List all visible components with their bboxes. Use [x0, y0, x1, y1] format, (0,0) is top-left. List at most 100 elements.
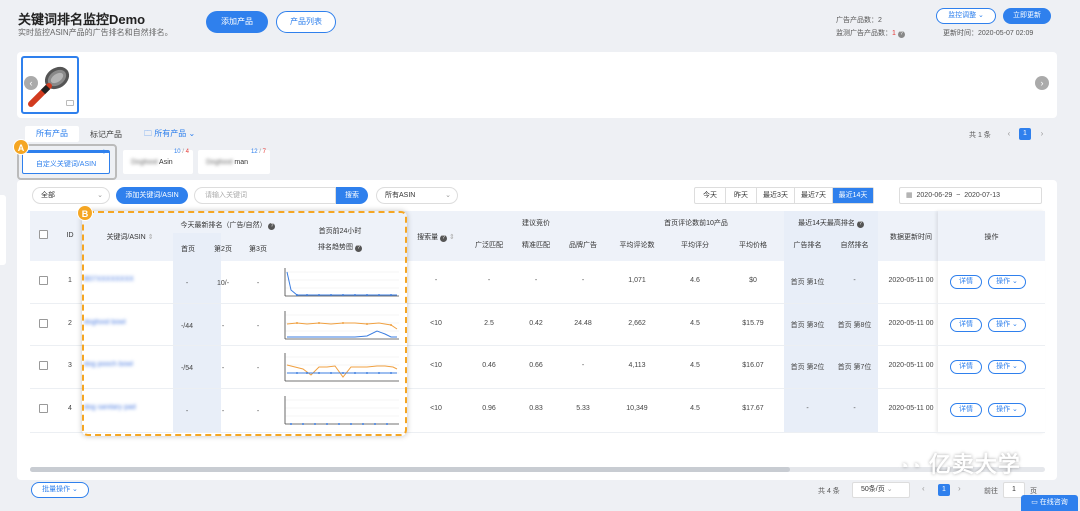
th-ops: 操作	[984, 234, 999, 241]
detail-button[interactable]: 详情	[950, 275, 982, 289]
row-price: $17.67	[742, 405, 764, 412]
top-next-page[interactable]: ›	[1036, 128, 1048, 140]
watermark: ◔◔ 亿卖大学	[898, 452, 1021, 477]
range-14days[interactable]: 最近14天	[833, 188, 873, 203]
calendar-icon: ▦	[906, 192, 913, 199]
row-ad-rank: 首页 第3位	[790, 322, 825, 329]
date-range-picker[interactable]: ▦ 2020-06-29 ~ 2020-07-13	[899, 187, 1042, 204]
folder-filter[interactable]: 🗀 所有产品 ⌄	[144, 128, 195, 142]
left-edge-tab[interactable]	[0, 195, 6, 265]
th-id: ID	[66, 232, 74, 239]
row-search: <10	[430, 320, 442, 327]
row-brand: 24.48	[574, 320, 592, 327]
top-prev-page[interactable]: ‹	[1003, 128, 1015, 140]
row-brand: 5.33	[576, 405, 590, 412]
ops-dropdown[interactable]: 操作 ⌄	[988, 403, 1026, 417]
tab-all-products[interactable]: 所有产品	[25, 126, 79, 142]
th-top10: 首页评论数前10产品	[664, 220, 728, 227]
th-best14: 最近14天最高排名 ?	[784, 218, 878, 228]
horizontal-scrollbar-thumb[interactable]	[30, 467, 790, 472]
page-title: 关键词排名监控Demo	[18, 12, 146, 27]
row-org-rank: -	[853, 405, 856, 412]
ops-dropdown[interactable]: 操作 ⌄	[988, 318, 1026, 332]
th-brand: 品牌广告	[569, 242, 597, 249]
row-price: $15.79	[742, 320, 764, 327]
th-ad-rank: 广告排名	[793, 242, 822, 249]
chevron-down-icon: ⌄	[72, 486, 78, 493]
asin-select[interactable]: 所有ASIN ⌄	[376, 187, 458, 204]
row-price: $0	[749, 277, 757, 284]
row-checkbox[interactable]	[39, 361, 48, 370]
ad-count-label: 广告产品数：2	[836, 17, 882, 24]
keyword-tab-man[interactable]: 12 / 7 Dogfood man	[198, 149, 270, 174]
row-checkbox[interactable]	[39, 276, 48, 285]
row-org-rank: -	[853, 277, 856, 284]
footer-next-page[interactable]: ›	[958, 484, 961, 493]
row-id: 2	[68, 320, 72, 327]
search-button[interactable]: 搜索	[336, 187, 368, 204]
row-checkbox[interactable]	[39, 404, 48, 413]
row-exact: -	[534, 277, 538, 284]
row-reviews: 4,113	[628, 362, 646, 369]
keyword-search-input[interactable]: 请输入关键词	[194, 187, 336, 204]
row-rating: 4.6	[690, 277, 700, 284]
detail-button[interactable]: 详情	[950, 403, 982, 417]
ops-dropdown[interactable]: 操作 ⌄	[988, 360, 1026, 374]
ops-dropdown[interactable]: 操作 ⌄	[988, 275, 1026, 289]
th-avg-reviews: 平均评论数	[619, 242, 655, 249]
tab-label: Dogfood Asin	[131, 159, 173, 166]
carousel-next-icon[interactable]: ›	[1035, 76, 1049, 90]
tab-marked-products[interactable]: 标记产品	[90, 129, 122, 140]
add-product-button[interactable]: 添加产品	[206, 11, 268, 33]
tab-count: 4	[101, 150, 105, 156]
header-bar	[0, 0, 1064, 46]
row-rating: 4.5	[690, 362, 700, 369]
goto-label: 前往	[984, 488, 998, 495]
row-checkbox[interactable]	[39, 319, 48, 328]
row-search: <10	[430, 405, 442, 412]
th-search-volume: 搜索量 ? ⇕	[417, 234, 455, 242]
th-updated: 数据更新时间	[890, 234, 932, 241]
bulk-actions-button[interactable]: 批量操作 ⌄	[31, 482, 89, 498]
th-bid: 建议竞价	[522, 220, 550, 227]
row-search: -	[434, 277, 438, 284]
help-icon: ?	[440, 235, 448, 242]
update-now-button[interactable]: 立即更新	[1003, 8, 1051, 24]
row-broad: -	[487, 277, 491, 284]
top-page-1[interactable]: 1	[1019, 128, 1031, 140]
page-size-select[interactable]: 50条/页 ⌄	[852, 482, 910, 498]
row-rating: 4.5	[690, 405, 700, 412]
row-reviews: 10,349	[626, 405, 648, 412]
chevron-down-icon: ⌄	[1012, 321, 1018, 328]
row-rating: 4.5	[690, 320, 700, 327]
select-all-checkbox[interactable]	[39, 230, 48, 239]
range-today[interactable]: 今天	[695, 188, 726, 203]
row-id: 3	[68, 362, 72, 369]
scope-select[interactable]: 全部 ⌄	[32, 187, 110, 204]
tab-count: 12 / 7	[250, 149, 266, 155]
online-chat-button[interactable]: ▭ 在线咨询	[1021, 495, 1078, 511]
folder-icon	[66, 100, 74, 106]
footer-page-1[interactable]: 1	[938, 484, 950, 496]
add-keyword-button[interactable]: 添加关键词/ASIN	[116, 187, 188, 204]
chevron-down-icon: ⌄	[1012, 406, 1018, 413]
range-3days[interactable]: 最近3天	[757, 188, 795, 203]
detail-button[interactable]: 详情	[950, 360, 982, 374]
row-id: 4	[68, 405, 72, 412]
sort-icon[interactable]: ⇕	[449, 234, 455, 241]
footer-prev-page[interactable]: ‹	[922, 484, 925, 493]
detail-button[interactable]: 详情	[950, 318, 982, 332]
range-yesterday[interactable]: 昨天	[726, 188, 757, 203]
tab-progress	[23, 151, 109, 153]
product-list-button[interactable]: 产品列表	[276, 11, 336, 33]
carousel-prev-icon[interactable]: ‹	[24, 76, 38, 90]
chevron-down-icon: ⌄	[188, 129, 196, 138]
range-7days[interactable]: 最近7天	[795, 188, 833, 203]
monitor-adjust-button[interactable]: 监控调整 ⌄	[936, 8, 996, 24]
row-updated: 2020-05-11 00	[888, 362, 934, 369]
chevron-down-icon: ⌄	[1012, 363, 1018, 370]
tab-count: 10 / 4	[173, 149, 189, 155]
keyword-tab-custom[interactable]: 4 自定义关键词/ASIN	[22, 150, 110, 174]
keyword-tab-asin[interactable]: 10 / 4 Dogfood Asin	[123, 149, 193, 174]
row-ad-rank: 首页 第1位	[790, 279, 825, 286]
